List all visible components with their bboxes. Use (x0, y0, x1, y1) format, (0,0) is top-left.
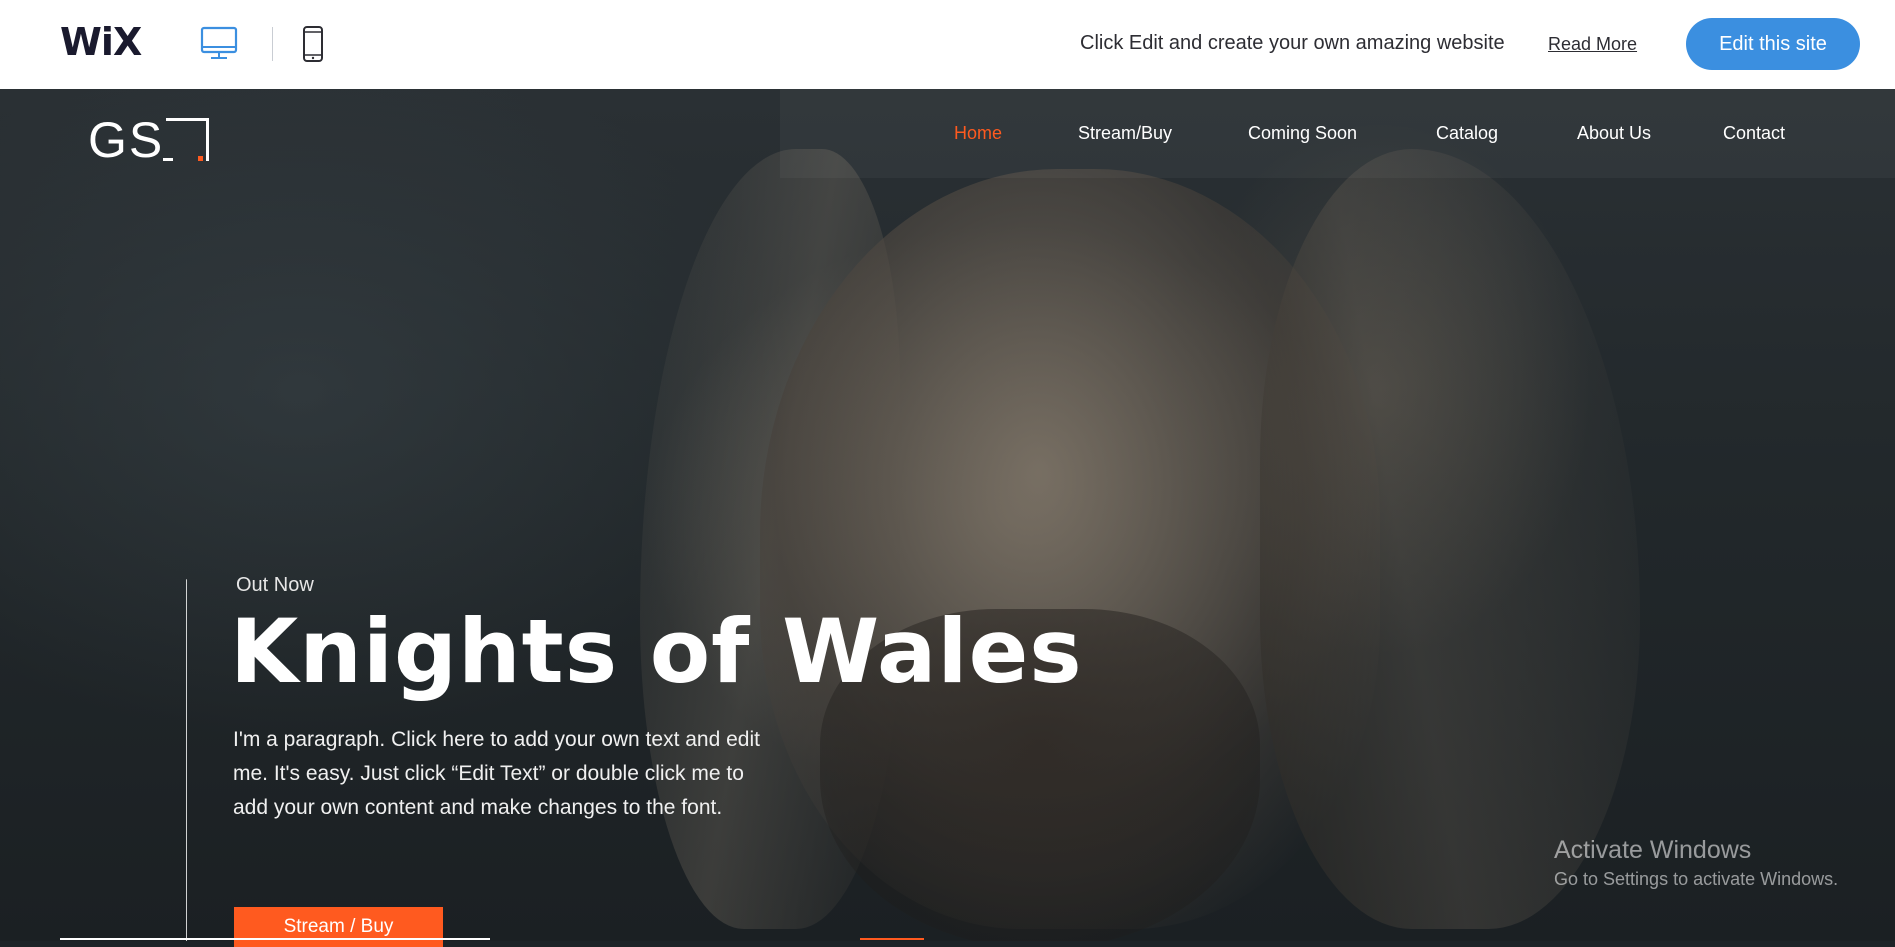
mobile-phone-icon[interactable] (301, 26, 325, 67)
promo-message: Click Edit and create your own amazing w… (1080, 32, 1505, 54)
device-divider (272, 27, 273, 61)
activate-windows-watermark: Activate Windows Go to Settings to activ… (1554, 836, 1838, 890)
edit-site-button[interactable]: Edit this site (1686, 18, 1860, 70)
bottom-underline-accent (860, 938, 924, 940)
desktop-monitor-icon[interactable] (200, 26, 238, 67)
read-more-link[interactable]: Read More (1548, 34, 1637, 55)
activate-windows-title: Activate Windows (1554, 836, 1752, 864)
nav-item-about-us[interactable]: About Us (1577, 123, 1651, 144)
bottom-underline-white (60, 938, 490, 940)
nav-item-stream-buy[interactable]: Stream/Buy (1078, 123, 1172, 144)
nav-item-contact[interactable]: Contact (1723, 123, 1785, 144)
stream-buy-button[interactable]: Stream / Buy (234, 907, 443, 947)
nav-item-catalog[interactable]: Catalog (1436, 123, 1498, 144)
wix-top-bar: WiX Click Edit and create your own amazi… (0, 0, 1895, 89)
hero-paragraph: I'm a paragraph. Click here to add your … (233, 728, 760, 819)
wix-logo[interactable]: WiX (60, 20, 142, 64)
hero-title: Knights of Wales (230, 600, 1083, 703)
site-navigation: Home Stream/Buy Coming Soon Catalog Abou… (0, 123, 1895, 153)
hero-accent-line (186, 580, 187, 941)
hero-eyebrow: Out Now (236, 574, 314, 596)
hero-image-hair-right (1260, 149, 1640, 929)
activate-windows-subtitle: Go to Settings to activate Windows. (1554, 869, 1839, 889)
nav-item-home[interactable]: Home (954, 123, 1002, 144)
nav-item-coming-soon[interactable]: Coming Soon (1248, 123, 1357, 144)
